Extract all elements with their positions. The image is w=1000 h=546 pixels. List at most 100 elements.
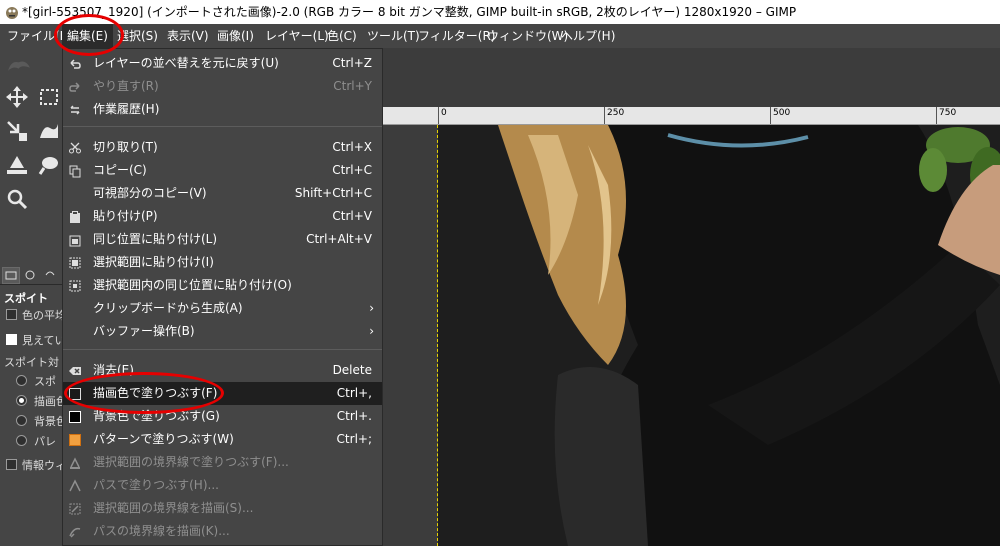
menu-item-paste-shortcut: Ctrl+V bbox=[332, 209, 372, 223]
menu-item-stroke-path[interactable]: パスの境界線を描画(K)... bbox=[63, 520, 382, 543]
fill-tool-icon[interactable] bbox=[4, 152, 30, 178]
menu-item-paste-in-place-label: 同じ位置に貼り付け(L) bbox=[93, 232, 218, 246]
sample-average-checkbox[interactable] bbox=[6, 309, 17, 320]
menu-item-paste-as-label: クリップボードから生成(A) bbox=[93, 301, 243, 315]
menu-item-paste-in-place-shortcut: Ctrl+Alt+V bbox=[306, 232, 372, 246]
menu-item-fill-pattern[interactable]: パターンで塗りつぶす(W) Ctrl+; bbox=[63, 428, 382, 451]
palette-label: パレ bbox=[34, 435, 56, 448]
menu-item-history-label: 作業履歴(H) bbox=[93, 102, 160, 116]
menu-item-cut-shortcut: Ctrl+X bbox=[332, 140, 372, 154]
menu-item-copy-visible-label: 可視部分のコピー(V) bbox=[93, 186, 207, 200]
menu-item-cut-label: 切り取り(T) bbox=[93, 140, 158, 154]
menu-item-redo-shortcut: Ctrl+Y bbox=[333, 79, 372, 93]
warp-tool-icon[interactable] bbox=[36, 118, 62, 144]
menu-item-buffer[interactable]: バッファー操作(B) › bbox=[63, 320, 382, 343]
fill-path-icon bbox=[69, 479, 81, 492]
paste-icon bbox=[70, 211, 80, 223]
set-fg-radio[interactable] bbox=[16, 395, 27, 406]
set-fg-label: 描画色 bbox=[34, 395, 62, 408]
info-window-checkbox[interactable] bbox=[6, 459, 17, 470]
zoom-tool-icon[interactable] bbox=[4, 186, 30, 212]
ruler-label-250: 250 bbox=[607, 108, 625, 118]
sample-merged-checkbox[interactable] bbox=[6, 334, 17, 345]
menu-item-paste-into-label: 選択範囲に貼り付け(I) bbox=[93, 255, 214, 269]
submenu-arrow-icon: › bbox=[369, 324, 374, 338]
menu-item-fill-fg-shortcut: Ctrl+, bbox=[336, 386, 372, 400]
canvas-guide-line bbox=[437, 125, 438, 546]
submenu-arrow-icon: › bbox=[369, 301, 374, 315]
menu-item-stroke-selection-label: 選択範囲の境界線を描画(S)... bbox=[93, 501, 254, 515]
menu-item-redo[interactable]: やり直す(R) Ctrl+Y bbox=[63, 75, 382, 98]
menu-item-paste-into-in-place-label: 選択範囲内の同じ位置に貼り付け(O) bbox=[93, 278, 292, 292]
dock-tabs bbox=[0, 265, 62, 285]
menu-item-paste[interactable]: 貼り付け(P) Ctrl+V bbox=[63, 205, 382, 228]
menu-item-copy-visible-shortcut: Shift+Ctrl+C bbox=[294, 186, 372, 200]
annotation-circle-edit-menu bbox=[54, 14, 124, 56]
menu-item-stroke-selection[interactable]: 選択範囲の境界線を描画(S)... bbox=[63, 497, 382, 520]
menu-image[interactable]: 画像(I) bbox=[212, 24, 259, 48]
sample-average-label: 色の平均 bbox=[22, 309, 62, 322]
menu-item-fill-pattern-label: パターンで塗りつぶす(W) bbox=[93, 432, 234, 446]
menu-item-paste-label: 貼り付け(P) bbox=[93, 209, 158, 223]
sample-merged-label: 見えてい bbox=[22, 334, 62, 347]
menu-colors[interactable]: 色(C) bbox=[322, 24, 362, 48]
pick-mode-label: スポイト対 bbox=[4, 356, 59, 369]
menu-item-paste-as[interactable]: クリップボードから生成(A) › bbox=[63, 297, 382, 320]
menu-item-fill-path-label: パスで塗りつぶす(H)... bbox=[93, 478, 219, 492]
fill-pattern-icon bbox=[69, 434, 81, 446]
tool-options-title: スポイト bbox=[4, 292, 48, 305]
tab-undo-history[interactable] bbox=[42, 267, 60, 284]
copy-icon bbox=[69, 165, 81, 178]
menu-item-copy-label: コピー(C) bbox=[93, 163, 147, 177]
stroke-path-icon bbox=[69, 527, 81, 538]
menu-item-history[interactable]: 作業履歴(H) bbox=[63, 98, 382, 121]
ruler-tick bbox=[770, 107, 771, 124]
pick-only-radio[interactable] bbox=[16, 375, 27, 386]
clear-icon bbox=[69, 367, 81, 375]
image-canvas[interactable] bbox=[438, 125, 1000, 546]
menu-item-undo[interactable]: レイヤーの並べ替えを元に戻す(U) Ctrl+Z bbox=[63, 52, 382, 75]
rect-select-tool-icon[interactable] bbox=[36, 84, 62, 110]
menu-view[interactable]: 表示(V) bbox=[162, 24, 214, 48]
palette-radio[interactable] bbox=[16, 435, 27, 446]
menu-help[interactable]: ヘルプ(H) bbox=[556, 24, 620, 48]
menu-item-copy[interactable]: コピー(C) Ctrl+C bbox=[63, 159, 382, 182]
menu-item-fill-selection[interactable]: 選択範囲の境界線で塗りつぶす(F)... bbox=[63, 451, 382, 474]
menu-item-paste-into-in-place[interactable]: 選択範囲内の同じ位置に貼り付け(O) bbox=[63, 274, 382, 297]
paste-into-in-place-icon bbox=[69, 280, 81, 292]
menu-separator bbox=[63, 126, 382, 127]
menu-item-paste-in-place[interactable]: 同じ位置に貼り付け(L) Ctrl+Alt+V bbox=[63, 228, 382, 251]
menu-item-cut[interactable]: 切り取り(T) Ctrl+X bbox=[63, 136, 382, 159]
tool-options-dock: スポイト 色の平均 見えてい スポイト対 スポ 描画色 背景色 パレ 情報ウィ bbox=[0, 262, 62, 546]
menu-item-fill-bg-shortcut: Ctrl+. bbox=[336, 409, 372, 423]
scissors-icon bbox=[69, 142, 81, 154]
horizontal-ruler[interactable]: 0 250 500 750 bbox=[383, 107, 1000, 125]
move-tool-icon[interactable] bbox=[4, 84, 30, 110]
ruler-tick bbox=[438, 107, 439, 124]
menu-item-undo-label: レイヤーの並べ替えを元に戻す(U) bbox=[93, 56, 279, 70]
menu-item-stroke-path-label: パスの境界線を描画(K)... bbox=[93, 524, 230, 538]
set-bg-radio[interactable] bbox=[16, 415, 27, 426]
title-bar: *[girl-553507_1920] (インポートされた画像)-2.0 (RG… bbox=[0, 0, 1000, 24]
tab-device-status[interactable] bbox=[22, 267, 40, 284]
edit-menu-dropdown: レイヤーの並べ替えを元に戻す(U) Ctrl+Z やり直す(R) Ctrl+Y … bbox=[62, 48, 383, 546]
menu-item-fill-selection-label: 選択範囲の境界線で塗りつぶす(F)... bbox=[93, 455, 289, 469]
info-window-label: 情報ウィ bbox=[22, 459, 62, 472]
tab-tool-options[interactable] bbox=[2, 267, 20, 284]
menu-item-redo-label: やり直す(R) bbox=[93, 79, 159, 93]
smudge-tool-icon[interactable] bbox=[36, 152, 62, 178]
window-title: *[girl-553507_1920] (インポートされた画像)-2.0 (RG… bbox=[22, 5, 797, 19]
ruler-label-0: 0 bbox=[441, 108, 447, 118]
photo-content bbox=[438, 125, 1000, 546]
ruler-label-750: 750 bbox=[939, 108, 957, 118]
menu-item-paste-into[interactable]: 選択範囲に貼り付け(I) bbox=[63, 251, 382, 274]
ruler-label-500: 500 bbox=[773, 108, 791, 118]
menu-item-buffer-label: バッファー操作(B) bbox=[93, 324, 195, 338]
menu-item-copy-visible[interactable]: 可視部分のコピー(V) Shift+Ctrl+C bbox=[63, 182, 382, 205]
menu-item-fill-path[interactable]: パスで塗りつぶす(H)... bbox=[63, 474, 382, 497]
history-icon bbox=[70, 105, 80, 115]
toolbox bbox=[0, 48, 62, 260]
gimp-window: { "window": { "title": "*[girl-553507_19… bbox=[0, 0, 1000, 546]
transform-tool-icon[interactable] bbox=[4, 118, 30, 144]
annotation-circle-fill-fg bbox=[64, 372, 224, 414]
